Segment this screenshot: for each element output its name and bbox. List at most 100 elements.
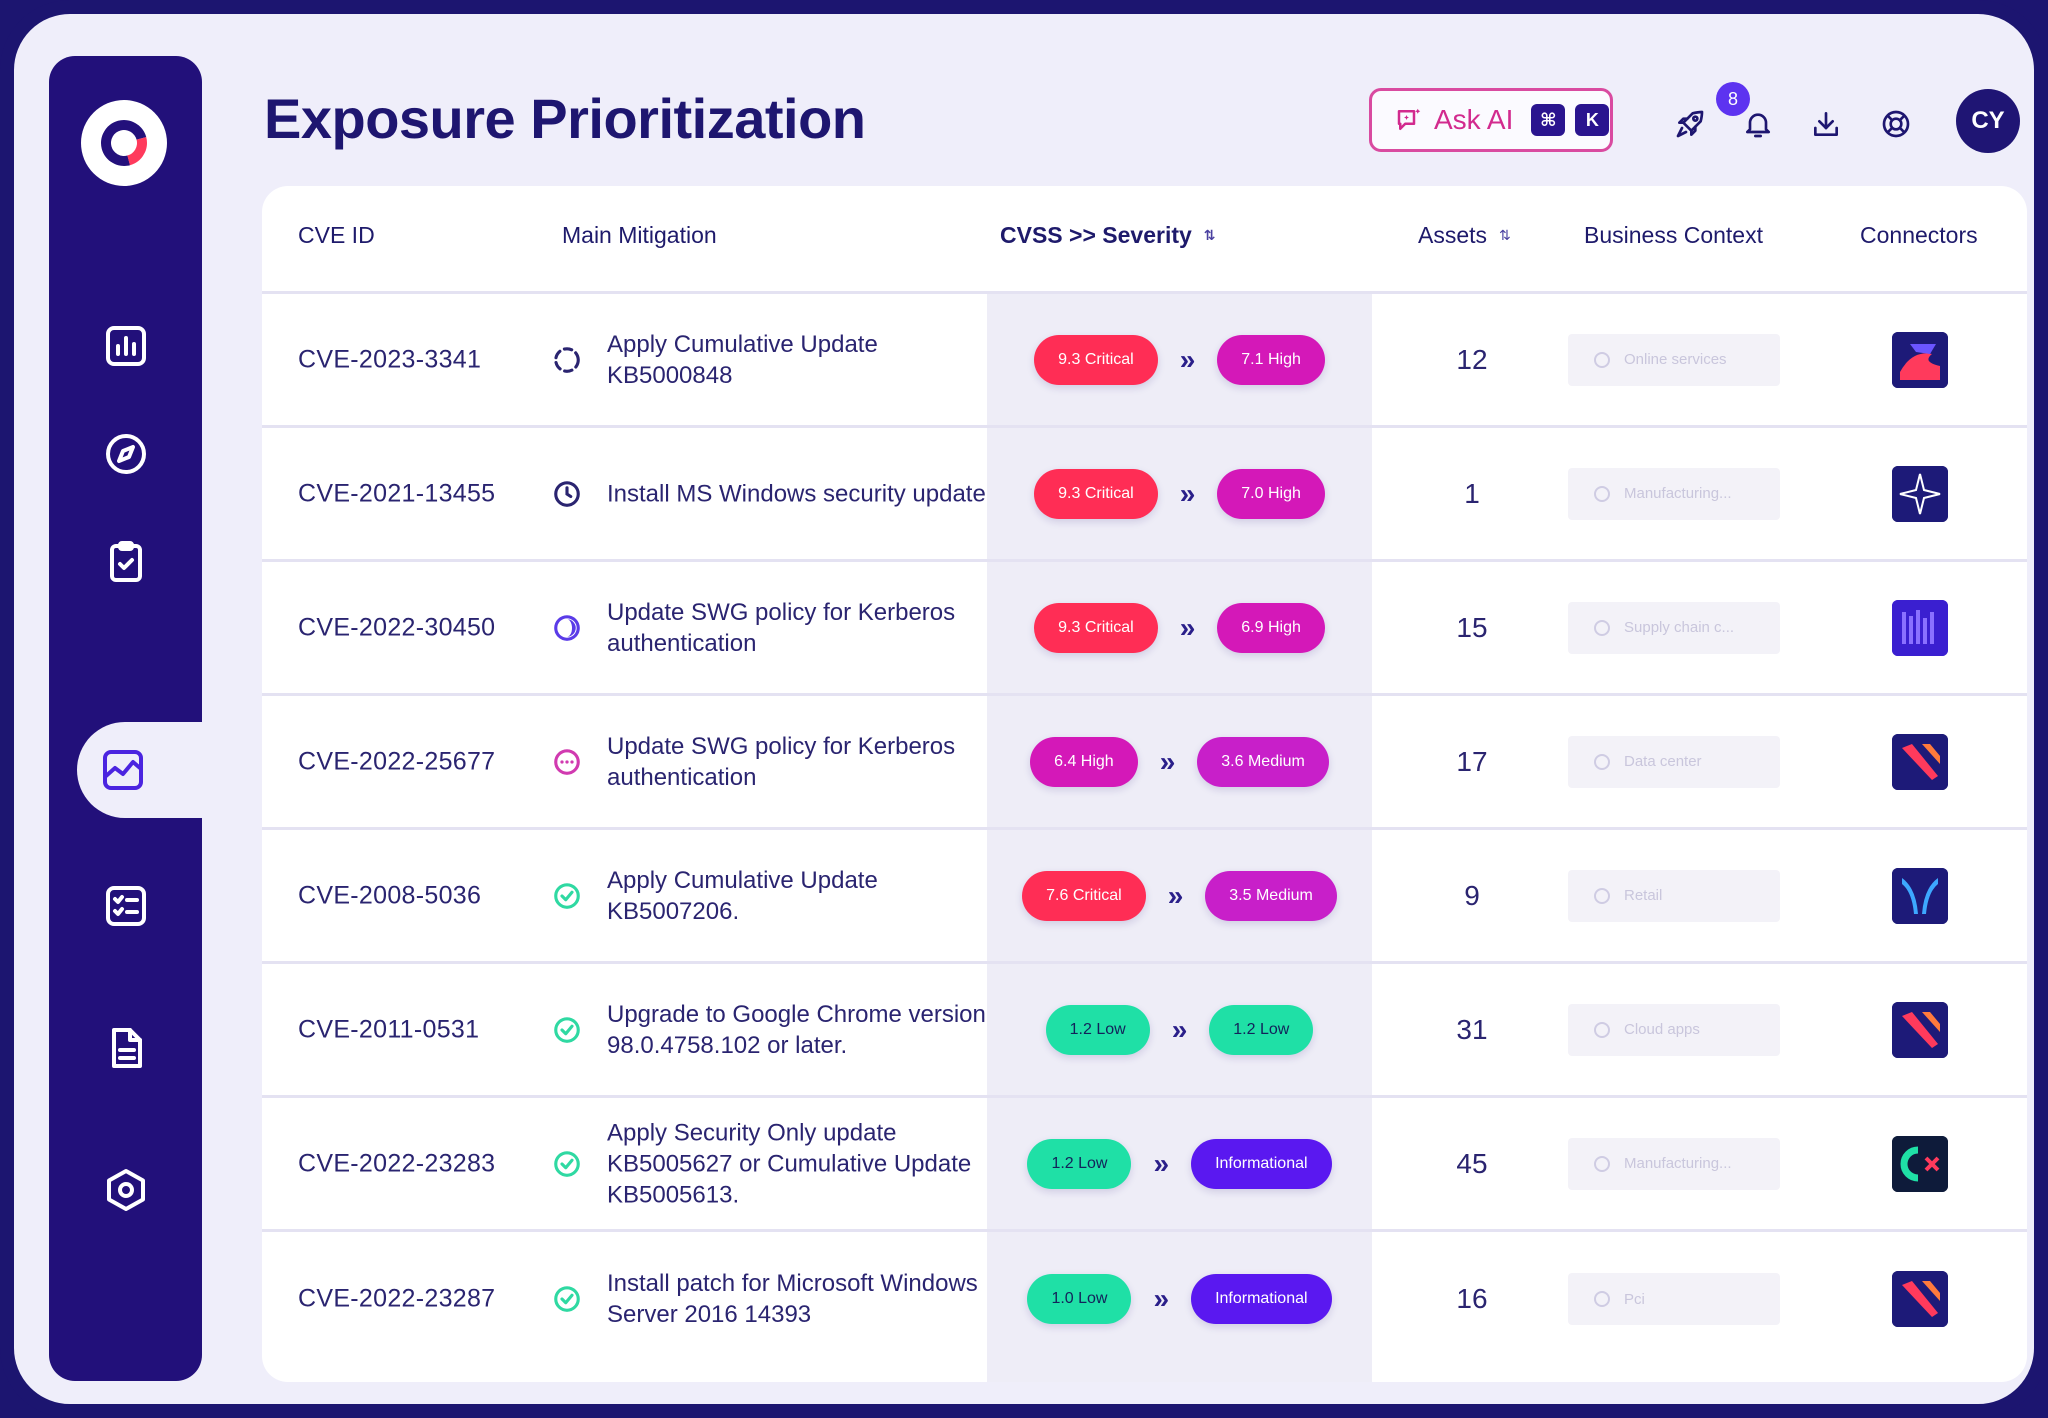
assets-count: 12 bbox=[1456, 343, 1488, 375]
cve-id[interactable]: CVE-2023-3341 bbox=[298, 345, 481, 374]
context-icon bbox=[1594, 619, 1610, 636]
table-row[interactable]: CVE-2008-5036 Apply Cumulative Update KB… bbox=[262, 830, 2027, 964]
cve-id[interactable]: CVE-2008-5036 bbox=[298, 881, 481, 910]
severity-badge: 7.1 High bbox=[1217, 334, 1325, 385]
table-row[interactable]: CVE-2022-25677 Update SWG policy for Ker… bbox=[262, 696, 2027, 830]
download-button[interactable] bbox=[1806, 104, 1846, 144]
column-header-main-mitigation[interactable]: Main Mitigation bbox=[562, 222, 717, 249]
connector-logo[interactable] bbox=[1892, 1271, 1948, 1327]
connector-logo[interactable] bbox=[1892, 331, 1948, 388]
column-header-connectors[interactable]: Connectors bbox=[1860, 222, 1978, 249]
table-row[interactable]: CVE-2022-23287 Install patch for Microso… bbox=[262, 1232, 2027, 1366]
business-context-tag[interactable]: Cloud apps bbox=[1568, 1003, 1780, 1056]
notification-count-badge: 8 bbox=[1716, 82, 1750, 116]
business-context-tag[interactable]: Data center bbox=[1568, 735, 1780, 788]
connector-logo[interactable] bbox=[1892, 733, 1948, 790]
assets-count: 45 bbox=[1456, 1147, 1488, 1179]
cve-id[interactable]: CVE-2022-30450 bbox=[298, 613, 495, 642]
column-label: CVE ID bbox=[298, 222, 375, 248]
table-row[interactable]: CVE-2022-30450 Update SWG policy for Ker… bbox=[262, 562, 2027, 696]
launch-button[interactable] bbox=[1670, 104, 1710, 144]
ask-ai-button[interactable]: Ask AI ⌘ K bbox=[1369, 88, 1613, 152]
severity-badge: Informational bbox=[1191, 1274, 1332, 1324]
connector-logo[interactable] bbox=[1892, 1001, 1948, 1058]
sidebar-item-settings[interactable] bbox=[49, 1142, 202, 1238]
cve-id[interactable]: CVE-2022-23283 bbox=[298, 1149, 495, 1178]
document-icon bbox=[111, 1028, 142, 1068]
download-icon bbox=[1814, 112, 1838, 136]
clock-icon bbox=[554, 480, 580, 507]
connector-icon bbox=[1892, 1135, 1948, 1192]
sidebar-item-checklist[interactable] bbox=[49, 858, 202, 954]
connector-icon bbox=[1892, 1271, 1948, 1327]
cvss-badge: 1.0 Low bbox=[1027, 1274, 1132, 1324]
context-label: Manufacturing... bbox=[1624, 1155, 1732, 1172]
cvss-badge: 1.2 Low bbox=[1027, 1138, 1132, 1189]
assets-count: 31 bbox=[1456, 1013, 1488, 1045]
cvss-badge: 7.6 Critical bbox=[1022, 870, 1146, 921]
check-circle-icon bbox=[554, 1286, 580, 1312]
column-label: CVSS >> Severity bbox=[1000, 222, 1192, 248]
column-header-severity[interactable]: CVSS >> Severity ⇅ bbox=[1000, 222, 1216, 249]
chevrons-right-icon: » bbox=[1171, 1013, 1188, 1045]
cvss-badge: 9.3 Critical bbox=[1034, 602, 1158, 653]
cve-id[interactable]: CVE-2011-0531 bbox=[298, 1015, 479, 1044]
cvss-badge: 9.3 Critical bbox=[1034, 334, 1158, 385]
context-icon bbox=[1594, 1155, 1610, 1172]
sort-icon[interactable]: ⇅ bbox=[1204, 227, 1216, 244]
table-header: CVE ID Main Mitigation CVSS >> Severity … bbox=[262, 186, 2027, 294]
table-row[interactable]: CVE-2021-13455 Install MS Windows securi… bbox=[262, 428, 2027, 562]
business-context-tag[interactable]: Pci bbox=[1568, 1273, 1780, 1325]
cve-id[interactable]: CVE-2022-23287 bbox=[298, 1285, 495, 1314]
business-context-tag[interactable]: Supply chain c... bbox=[1568, 601, 1780, 654]
connector-icon bbox=[1892, 1001, 1948, 1058]
cve-id[interactable]: CVE-2021-13455 bbox=[298, 479, 495, 508]
mitigation-text: Apply Security Only update KB5005627 or … bbox=[607, 1119, 972, 1208]
rocket-icon bbox=[1676, 110, 1704, 138]
connector-logo[interactable] bbox=[1892, 867, 1948, 924]
chevrons-right-icon: » bbox=[1179, 611, 1196, 643]
business-context-tag[interactable]: Retail bbox=[1568, 869, 1780, 922]
connector-icon bbox=[1892, 733, 1948, 790]
severity-cell: 9.3 Critical » 7.0 High bbox=[987, 468, 1372, 519]
mitigation-text: Install patch for Microsoft Windows Serv… bbox=[607, 1270, 978, 1328]
column-header-assets[interactable]: Assets ⇅ bbox=[1418, 222, 1511, 249]
sidebar-item-exposure[interactable] bbox=[77, 722, 216, 818]
context-label: Data center bbox=[1624, 753, 1702, 770]
sidebar-item-reports[interactable] bbox=[49, 1000, 202, 1096]
chevrons-right-icon: » bbox=[1179, 477, 1196, 509]
context-icon bbox=[1594, 485, 1610, 502]
business-context-tag[interactable]: Manufacturing... bbox=[1568, 1137, 1780, 1190]
business-context-tag[interactable]: Manufacturing... bbox=[1568, 467, 1780, 520]
sidebar-item-tasks[interactable] bbox=[49, 514, 202, 610]
sort-icon[interactable]: ⇅ bbox=[1499, 227, 1511, 244]
column-header-business-context[interactable]: Business Context bbox=[1584, 222, 1763, 249]
compass-icon bbox=[105, 434, 146, 474]
table-row[interactable]: CVE-2023-3341 Apply Cumulative Update KB… bbox=[262, 294, 2027, 428]
severity-badge: 6.9 High bbox=[1217, 602, 1325, 653]
severity-badge: 7.0 High bbox=[1217, 468, 1325, 519]
app-logo[interactable] bbox=[81, 100, 167, 186]
column-header-cve-id[interactable]: CVE ID bbox=[298, 222, 375, 249]
logo-ring-icon bbox=[92, 111, 156, 175]
user-avatar[interactable]: CY bbox=[1956, 89, 2020, 153]
severity-cell: 1.2 Low » Informational bbox=[987, 1138, 1372, 1189]
chevrons-right-icon: » bbox=[1153, 1283, 1170, 1314]
table-row[interactable]: CVE-2022-23283 Apply Security Only updat… bbox=[262, 1098, 2027, 1232]
app-window: Exposure Prioritization Ask AI ⌘ K 8 CY … bbox=[0, 0, 2048, 1418]
context-label: Online services bbox=[1624, 351, 1727, 368]
severity-badge: 3.5 Medium bbox=[1205, 870, 1337, 921]
shortcut-key-cmd: ⌘ bbox=[1531, 104, 1566, 136]
sidebar-item-explore[interactable] bbox=[49, 406, 202, 502]
sidebar-item-analytics[interactable] bbox=[49, 298, 202, 394]
cve-id[interactable]: CVE-2022-25677 bbox=[298, 747, 495, 776]
help-button[interactable] bbox=[1876, 104, 1916, 144]
line-chart-icon bbox=[103, 750, 143, 790]
connector-logo[interactable] bbox=[1892, 599, 1948, 656]
connector-logo[interactable] bbox=[1892, 465, 1948, 522]
table-row[interactable]: CVE-2011-0531 Upgrade to Google Chrome v… bbox=[262, 964, 2027, 1098]
context-icon bbox=[1594, 351, 1610, 368]
business-context-tag[interactable]: Online services bbox=[1568, 333, 1780, 386]
clipboard-check-icon bbox=[109, 541, 142, 582]
connector-logo[interactable] bbox=[1892, 1135, 1948, 1192]
